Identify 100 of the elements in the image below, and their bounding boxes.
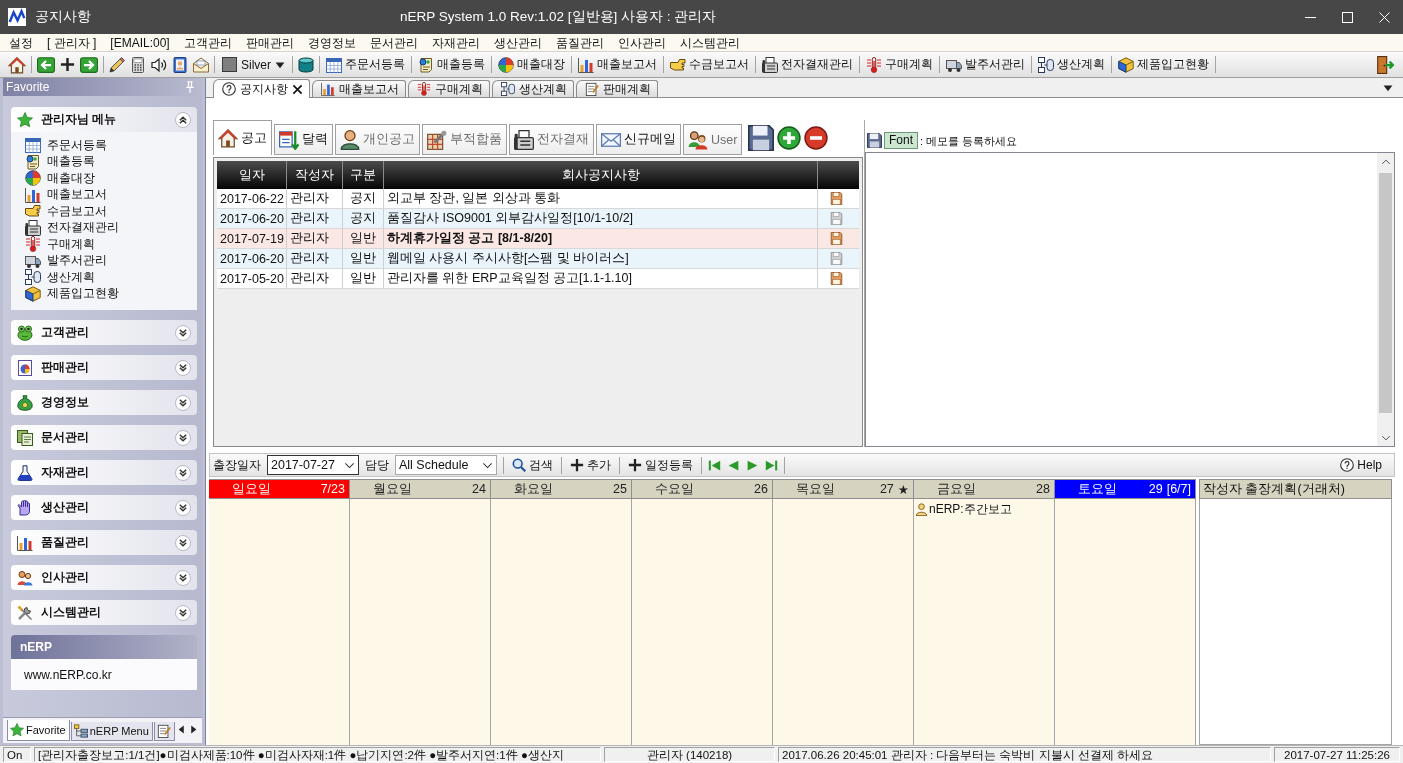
sidebar-tab[interactable] (153, 722, 175, 741)
day-cell[interactable] (209, 499, 350, 745)
table-row[interactable]: 2017-05-20 관리자 일반 관리자를 위한 ERP교육일정 공고[1.1-1.10] (217, 269, 859, 289)
toolbar-button[interactable]: 매출등록 (417, 53, 486, 76)
plus-circle-icon[interactable] (777, 125, 802, 150)
table-row[interactable]: 2017-06-20 관리자 일반 웹메일 사용시 주시사항[스팸 및 바이러스] (217, 249, 859, 269)
menu-group-header[interactable]: 고객관리 (11, 320, 197, 345)
previous-icon[interactable] (727, 458, 740, 472)
address-book-icon[interactable] (172, 56, 188, 73)
toolbar-button[interactable]: 검색 (510, 455, 555, 475)
floppy-icon[interactable] (830, 232, 843, 245)
envelope-icon[interactable] (193, 56, 209, 73)
toolbar-button[interactable]: 주문서등록 (325, 53, 406, 76)
speaker-icon[interactable] (151, 56, 167, 73)
document-tab[interactable]: 매출보고서 (312, 80, 406, 97)
last-page-icon[interactable] (765, 458, 778, 472)
menu-item[interactable]: 품질관리 (548, 34, 611, 51)
first-page-icon[interactable] (708, 458, 721, 472)
menu-item[interactable]: [EMAIL:00] (103, 34, 177, 51)
schedule-select[interactable]: All Schedule (395, 455, 497, 475)
home-icon[interactable] (8, 55, 26, 74)
menu-item[interactable]: 경영정보 (300, 34, 363, 51)
scroll-right-icon[interactable] (189, 725, 198, 734)
help-button[interactable]: Help (1338, 455, 1384, 475)
table-row[interactable]: 2017-07-19 관리자 일반 하계휴가일정 공고 [8/1-8/20] (217, 229, 859, 249)
menu-item[interactable]: 문서관리 (362, 34, 425, 51)
scroll-left-icon[interactable] (177, 725, 186, 734)
calculator-icon[interactable] (130, 56, 146, 73)
menu-item[interactable]: 자재관리 (424, 34, 487, 51)
menu-item[interactable]: 고객관리 (176, 34, 239, 51)
table-row[interactable]: 2017-06-22 관리자 공지 외교부 장관, 일본 외상과 통화 (217, 189, 859, 209)
document-tab[interactable]: 생산계획 (492, 80, 574, 97)
floppy-icon[interactable] (830, 272, 843, 285)
day-cell[interactable] (773, 499, 914, 745)
toolbar-button[interactable]: 생산계획 (1037, 53, 1106, 76)
font-button[interactable]: Font (884, 131, 918, 149)
menu-item[interactable]: 매출등록 (25, 153, 95, 170)
toolbar-button[interactable]: 매출대장 (497, 53, 566, 76)
sidebar-tab[interactable]: Favorite (7, 720, 70, 741)
save-icon[interactable] (867, 132, 882, 148)
next-icon[interactable] (746, 458, 759, 472)
theme-select[interactable]: Silver (220, 53, 287, 76)
menu-item[interactable]: 생산계획 (25, 269, 95, 286)
day-cell[interactable] (491, 499, 632, 745)
notice-tab[interactable]: 달력 (274, 124, 333, 155)
notice-tab[interactable]: 공고 (213, 120, 272, 155)
menu-item[interactable]: 판매관리 (238, 34, 301, 51)
close-icon[interactable] (292, 83, 303, 95)
plus-icon[interactable] (60, 57, 75, 72)
menu-group-header[interactable]: 생산관리 (11, 495, 197, 520)
day-cell[interactable] (632, 499, 773, 745)
day-cell[interactable]: nERP:주간보고 (914, 499, 1055, 745)
date-field[interactable]: 2017-07-27 (267, 455, 359, 475)
day-cell[interactable] (350, 499, 491, 745)
toolbar-button[interactable]: 수금보고서 (669, 53, 750, 76)
document-tab[interactable]: 구매계획 (408, 80, 490, 97)
document-tab[interactable]: 공지사항 (213, 79, 310, 98)
menu-group-header[interactable]: 관리자님 메뉴 (11, 107, 197, 132)
memo-field[interactable] (865, 152, 1395, 447)
exit-door-icon[interactable] (1376, 55, 1394, 74)
menu-group-header[interactable]: 시스템관리 (11, 600, 197, 625)
menu-group-header[interactable]: 경영정보 (11, 390, 197, 415)
toolbar-button[interactable]: 매출보고서 (577, 53, 658, 76)
save-icon[interactable] (748, 124, 775, 151)
menu-item[interactable]: 발주서관리 (25, 252, 107, 269)
menu-item[interactable]: [ 관리자 ] (40, 34, 104, 51)
scroll-up-icon[interactable] (1380, 157, 1391, 167)
toolbar-button[interactable]: 제품입고현황 (1117, 53, 1210, 76)
scroll-thumb[interactable] (1379, 173, 1392, 413)
menu-item[interactable]: 주문서등록 (25, 137, 107, 154)
menu-item[interactable]: 시스템관리 (672, 34, 747, 51)
calendar-event[interactable]: nERP:주간보고 (915, 501, 1012, 518)
database-icon[interactable] (298, 56, 314, 73)
pencil-icon[interactable] (109, 56, 125, 73)
floppy-icon[interactable] (830, 192, 843, 205)
toolbar-button[interactable]: 일정등록 (626, 455, 695, 475)
menu-group-header[interactable]: 자재관리 (11, 460, 197, 485)
menu-item[interactable]: 매출보고서 (25, 186, 107, 203)
sidebar-tab[interactable]: nERP Menu (70, 722, 153, 741)
notice-tab[interactable]: 신규메일 (596, 124, 681, 155)
table-row[interactable]: 2017-06-20 관리자 공지 품질감사 ISO9001 외부감사일정[10/1-10/2] (217, 209, 859, 229)
menu-group-header[interactable]: 품질관리 (11, 530, 197, 555)
menu-item[interactable]: 설정 (2, 34, 40, 51)
menu-item[interactable]: 생산관리 (486, 34, 549, 51)
minus-circle-icon[interactable] (804, 125, 829, 150)
menu-item[interactable]: 전자결재관리 (25, 219, 119, 236)
menu-item[interactable]: 구매계획 (25, 236, 95, 253)
toolbar-button[interactable]: 발주서관리 (945, 53, 1026, 76)
menu-group-header[interactable]: 인사관리 (11, 565, 197, 590)
document-tab[interactable]: 판매계획 (576, 80, 658, 97)
menu-item[interactable]: 수금보고서 (25, 203, 107, 220)
toolbar-button[interactable]: 전자결재관리 (761, 53, 854, 76)
toolbar-button[interactable]: 추가 (568, 455, 613, 475)
menu-group-header[interactable]: 문서관리 (11, 425, 197, 450)
scrollbar[interactable] (1377, 153, 1394, 446)
day-cell[interactable] (1055, 499, 1196, 745)
menu-group-header[interactable]: 판매관리 (11, 355, 197, 380)
menu-item[interactable]: 매출대장 (25, 170, 95, 187)
toolbar-button[interactable]: 구매계획 (865, 53, 934, 76)
menu-item[interactable]: 인사관리 (610, 34, 673, 51)
